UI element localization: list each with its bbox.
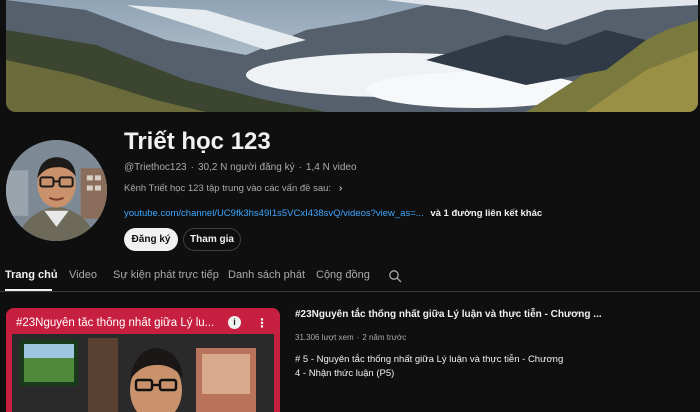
featured-video-meta: 31.306 lượt xem · 2 năm trước <box>295 333 407 342</box>
join-button[interactable]: Tham gia <box>183 228 241 251</box>
chevron-right-icon: › <box>339 183 343 194</box>
channel-tabs: Trang chủ Video Sự kiện phát trực tiếp D… <box>0 262 700 292</box>
thumbnail-title: #23Nguyên tắc thống nhất giữa Lý lu... <box>16 317 215 329</box>
channel-name: Triết học 123 <box>124 128 271 155</box>
more-links-button[interactable]: và 1 đường liên kết khác <box>430 208 542 219</box>
tab-live[interactable]: Sự kiện phát trực tiếp <box>113 269 219 281</box>
channel-link[interactable]: youtube.com/channel/UC9fk3hs49I1s5VCxI43… <box>124 208 424 219</box>
featured-video-description: # 5 - Nguyên tắc thống nhất giữa Lý luận… <box>295 354 564 379</box>
avatar-photo <box>6 140 107 241</box>
video-count: 1,4 N video <box>305 162 357 173</box>
search-icon[interactable] <box>388 269 402 283</box>
upload-age: 2 năm trước <box>362 333 407 342</box>
view-count: 31.306 lượt xem <box>295 333 354 342</box>
featured-video-thumbnail[interactable]: #23Nguyên tắc thống nhất giữa Lý lu... i… <box>6 308 280 412</box>
tab-community[interactable]: Cộng đồng <box>316 269 370 281</box>
channel-avatar[interactable] <box>6 140 107 241</box>
channel-handle: @Triethoc123 <box>124 162 187 173</box>
tab-home[interactable]: Trang chủ <box>5 269 58 281</box>
info-icon[interactable]: i <box>228 316 241 329</box>
banner-mountain-image <box>6 0 698 112</box>
subscribe-button[interactable]: Đăng ký <box>124 228 178 251</box>
channel-description-text: Kênh Triết học 123 tập trung vào các vấn… <box>124 183 332 194</box>
tab-playlists[interactable]: Danh sách phát <box>228 269 305 281</box>
channel-description[interactable]: Kênh Triết học 123 tập trung vào các vấn… <box>124 183 342 194</box>
subscriber-count: 30,2 N người đăng ký <box>197 162 295 173</box>
featured-video-title[interactable]: #23Nguyên tắc thống nhất giữa Lý luận và… <box>295 309 602 320</box>
active-tab-indicator <box>5 289 52 291</box>
channel-banner <box>6 0 698 112</box>
tab-videos[interactable]: Video <box>69 269 97 281</box>
channel-meta: @Triethoc123 · 30,2 N người đăng ký · 1,4 N … <box>124 162 357 173</box>
channel-links: youtube.com/channel/UC9fk3hs49I1s5VCxI43… <box>124 208 542 219</box>
more-vert-icon[interactable]: ⋮ <box>256 316 268 330</box>
